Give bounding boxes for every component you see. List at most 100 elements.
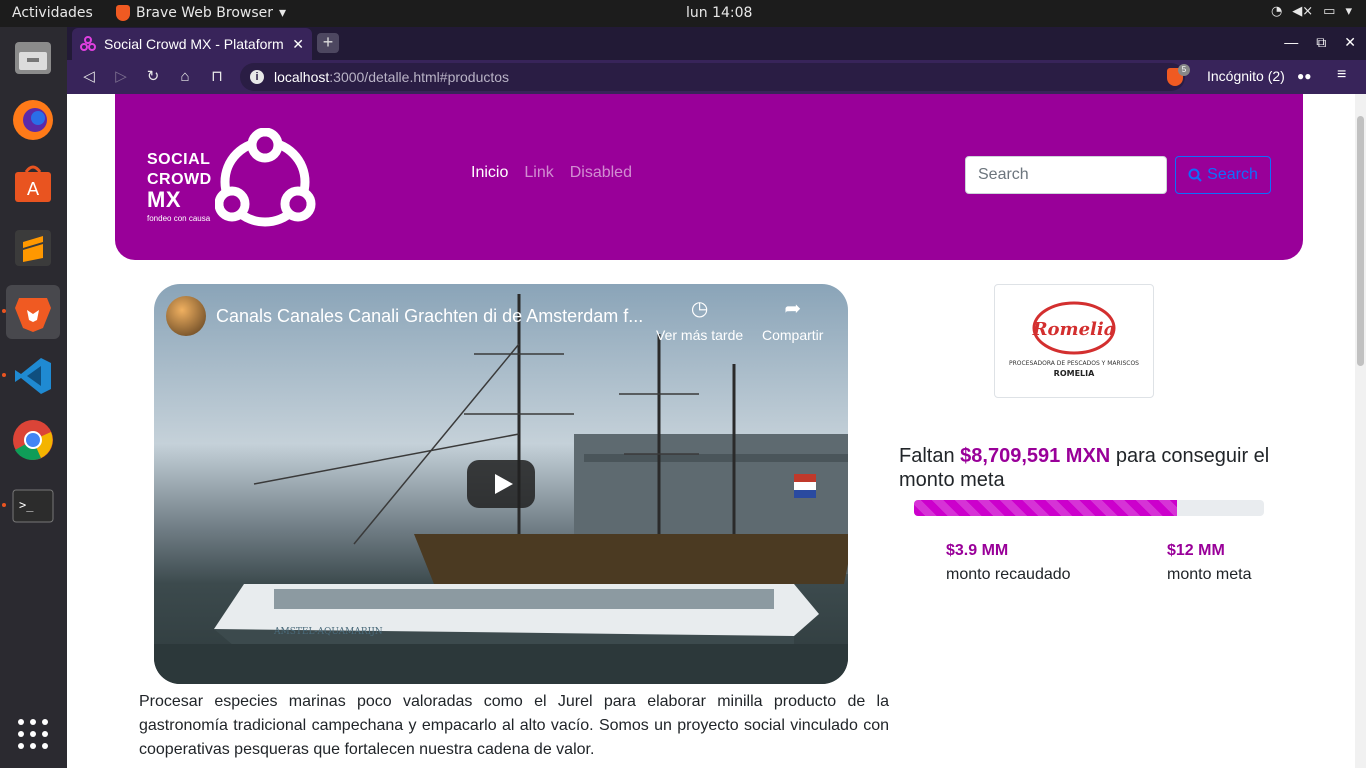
boat-name: AMSTEL-AQUAMARIJN [273,627,383,637]
dock-terminal[interactable]: >_ [6,479,60,533]
running-indicator [2,309,6,313]
browser-toolbar: ◁ ▷ ↻ ⌂ ⊓ i localhost:3000/detalle.html#… [67,60,1366,94]
system-top-bar: Actividades Brave Web Browser ▾ lun 14:0… [0,0,1366,27]
new-tab-button[interactable]: + [317,33,339,53]
window-controls: — ⧉ ✕ [1284,34,1356,51]
reload-icon[interactable]: ↻ [142,66,164,88]
dock-vscode[interactable] [6,349,60,403]
funding-prefix: Faltan [899,445,961,467]
incognito-label[interactable]: Incógnito (2) [1207,68,1285,84]
address-bar[interactable]: i localhost:3000/detalle.html#productos [240,63,1185,91]
search-button-label: Search [1207,166,1258,183]
nav-link-link[interactable]: Link [524,164,553,182]
back-icon[interactable]: ◁ [78,66,100,88]
dock-brave[interactable] [6,285,60,339]
nav-link-disabled: Disabled [569,164,632,181]
activities-button[interactable]: Actividades [12,5,93,21]
clock[interactable]: lun 14:08 [686,5,752,21]
page-scrollbar[interactable] [1355,94,1366,768]
logo-tagline: fondeo con causa [147,214,211,223]
firefox-icon [13,100,53,140]
nav-link-inicio[interactable]: Inicio [471,164,508,182]
search-button[interactable]: Search [1175,156,1271,194]
files-icon [15,42,51,74]
site-favicon-icon [80,36,96,51]
maximize-icon[interactable]: ⧉ [1316,34,1326,51]
wifi-icon: ◔ [1270,4,1283,19]
goal-stat: $12 MM monto meta [1167,542,1251,584]
brave-icon [15,298,51,332]
menu-icon[interactable]: ≡ [1337,66,1346,84]
sublime-text-icon [15,230,51,266]
app-menu[interactable]: Brave Web Browser ▾ [116,5,286,21]
company-logo: Romelia PROCESADORA DE PESCADOS Y MARISC… [994,284,1154,398]
funding-progress-bar [914,500,1264,516]
funding-remaining: Faltan $8,709,591 MXN para conseguir el … [899,444,1279,492]
svg-text:A: A [27,179,40,200]
goal-label: monto meta [1167,566,1252,583]
dock-firefox[interactable] [6,93,60,147]
chevron-down-icon: ▾ [1345,4,1352,19]
url-path: :3000/detalle.html#productos [329,69,510,85]
raised-value: $3.9 MM [946,542,1009,559]
system-tray[interactable]: ◔ ◀× ▭ ▾ [1271,4,1352,19]
tab-strip: Social Crowd MX - Plataform ✕ + — ⧉ ✕ [67,27,1366,60]
running-indicator [2,503,6,507]
dock: A >_ [0,27,67,768]
romelia-wordmark: Romelia [1032,319,1116,340]
logo-circles-icon [215,128,316,227]
romelia-logo: Romelia PROCESADORA DE PESCADOS Y MARISC… [1009,301,1139,378]
site-navbar: SOCIAL CROWD MX fondeo con causa Inicio … [115,94,1303,260]
software-center-icon: A [15,165,51,202]
video-title[interactable]: Canals Canales Canali Grachten di de Ams… [216,306,643,327]
company-caption: PROCESADORA DE PESCADOS Y MARISCOS [1009,360,1139,367]
share-button[interactable]: ➦ Compartir [762,296,823,343]
dock-files[interactable] [6,31,60,85]
close-tab-icon[interactable]: ✕ [292,36,304,53]
share-icon: ➦ [784,298,802,320]
info-icon[interactable]: i [250,70,264,84]
app-menu-label: Brave Web Browser [136,5,273,21]
search-input[interactable] [965,156,1167,194]
video-player[interactable]: AMSTEL-AQUAMARIJN Canals Canales Canali … [154,284,848,684]
play-button[interactable] [467,460,535,508]
battery-icon: ▭ [1323,4,1336,19]
dock-chrome[interactable] [6,413,60,467]
project-description: Procesar especies marinas poco valoradas… [139,693,889,758]
running-indicator [2,373,6,377]
dock-software[interactable]: A [6,157,60,211]
forward-icon[interactable]: ▷ [110,66,132,88]
funding-progress-fill [914,500,1177,516]
watch-later-button[interactable]: ◷ Ver más tarde [656,296,743,343]
tab-title: Social Crowd MX - Plataform [104,36,284,52]
site-logo[interactable]: SOCIAL CROWD MX fondeo con causa [147,128,317,228]
vscode-icon [15,358,51,394]
close-window-icon[interactable]: ✕ [1344,34,1356,51]
nav-links: Inicio Link Disabled [471,164,632,182]
bookmark-icon[interactable]: ⊓ [206,66,228,88]
raised-label: monto recaudado [946,566,1071,583]
company-subcaption: ROMELIA [1054,369,1095,378]
goal-value: $12 MM [1167,542,1225,559]
raised-stat: $3.9 MM monto recaudado [946,542,1071,584]
funding-remaining-amount: $8,709,591 MXN [960,445,1111,467]
logo-text: SOCIAL CROWD MX [147,150,212,212]
show-applications-button[interactable] [6,707,60,761]
minimize-icon[interactable]: — [1284,34,1298,51]
browser-tab[interactable]: Social Crowd MX - Plataform ✕ [72,28,312,60]
clock-icon: ◷ [690,298,709,320]
logo-line3: MX [147,187,181,212]
incognito-icon: ●● [1297,69,1312,83]
search-icon [1188,168,1202,182]
terminal-icon: >_ [12,489,54,523]
channel-avatar[interactable] [166,296,206,336]
home-icon[interactable]: ⌂ [174,66,196,88]
shield-count-badge: 5 [1178,64,1190,76]
page-viewport: SOCIAL CROWD MX fondeo con causa Inicio … [67,94,1355,768]
scrollbar-thumb[interactable] [1357,116,1364,366]
watch-later-label: Ver más tarde [656,327,744,343]
grid-icon [18,719,48,749]
dock-sublime[interactable] [6,221,60,275]
share-label: Compartir [762,327,824,343]
chevron-down-icon: ▾ [279,5,287,21]
